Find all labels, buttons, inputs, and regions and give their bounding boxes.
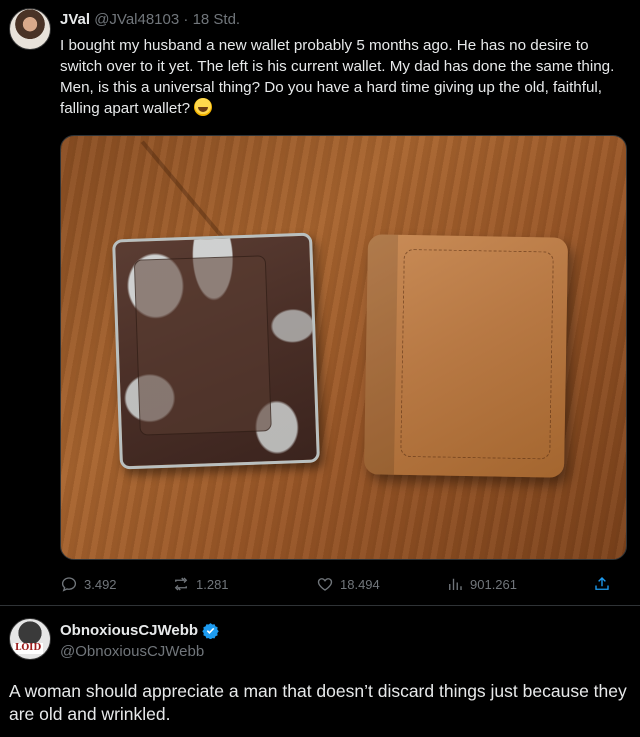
new-wallet-image: [363, 234, 569, 478]
verified-badge-icon: [202, 623, 219, 639]
share-icon: [595, 577, 609, 590]
like-count: 18.494: [340, 576, 380, 592]
new-wallet-edge: [363, 234, 399, 475]
tweet-photo[interactable]: [60, 135, 627, 560]
tweet-body: I bought my husband a new wallet probabl…: [60, 37, 615, 117]
reply-text: A woman should appreciate a man that doe…: [9, 681, 627, 724]
views-button[interactable]: 901.261: [446, 572, 517, 596]
reply-author-handle[interactable]: @ObnoxiousCJWebb: [60, 643, 204, 660]
like-button[interactable]: 18.494: [316, 572, 380, 596]
tweet[interactable]: JVal @JVal48103 · 18 Std. I bought my hu…: [0, 0, 640, 605]
reply-icon: [61, 577, 77, 592]
repost-icon: [174, 577, 188, 591]
old-wallet-flap: [133, 255, 272, 436]
reply-count: 3.492: [84, 576, 117, 592]
reply-avatar[interactable]: LOID: [9, 618, 51, 660]
repost-button[interactable]: 1.281: [172, 572, 229, 596]
separator: ·: [183, 11, 189, 28]
author-name[interactable]: JVal: [60, 11, 90, 28]
tweet-header: JVal @JVal48103 · 18 Std.: [60, 10, 240, 30]
heart-icon: [317, 578, 333, 591]
share-button[interactable]: [593, 572, 611, 596]
reply-author-name: ObnoxiousCJWebb: [60, 622, 199, 639]
tweet-actions: 3.492 1.281 18.494 901.261: [60, 572, 630, 596]
new-wallet-stitching: [400, 248, 554, 460]
author-handle[interactable]: @JVal48103: [94, 11, 179, 28]
reply-author[interactable]: ObnoxiousCJWebb: [60, 622, 219, 639]
avatar[interactable]: [9, 8, 51, 50]
grinning-sweat-emoji-icon: [194, 98, 213, 116]
repost-count: 1.281: [196, 576, 229, 592]
tweet-text: I bought my husband a new wallet probabl…: [60, 35, 632, 119]
reply-button[interactable]: 3.492: [60, 572, 117, 596]
timestamp[interactable]: 18 Std.: [193, 11, 241, 28]
old-wallet-image: [112, 232, 320, 470]
views-icon: [449, 578, 462, 590]
divider: [0, 605, 640, 606]
avatar-logo-text: LOID: [13, 643, 44, 654]
views-count: 901.261: [470, 576, 517, 592]
